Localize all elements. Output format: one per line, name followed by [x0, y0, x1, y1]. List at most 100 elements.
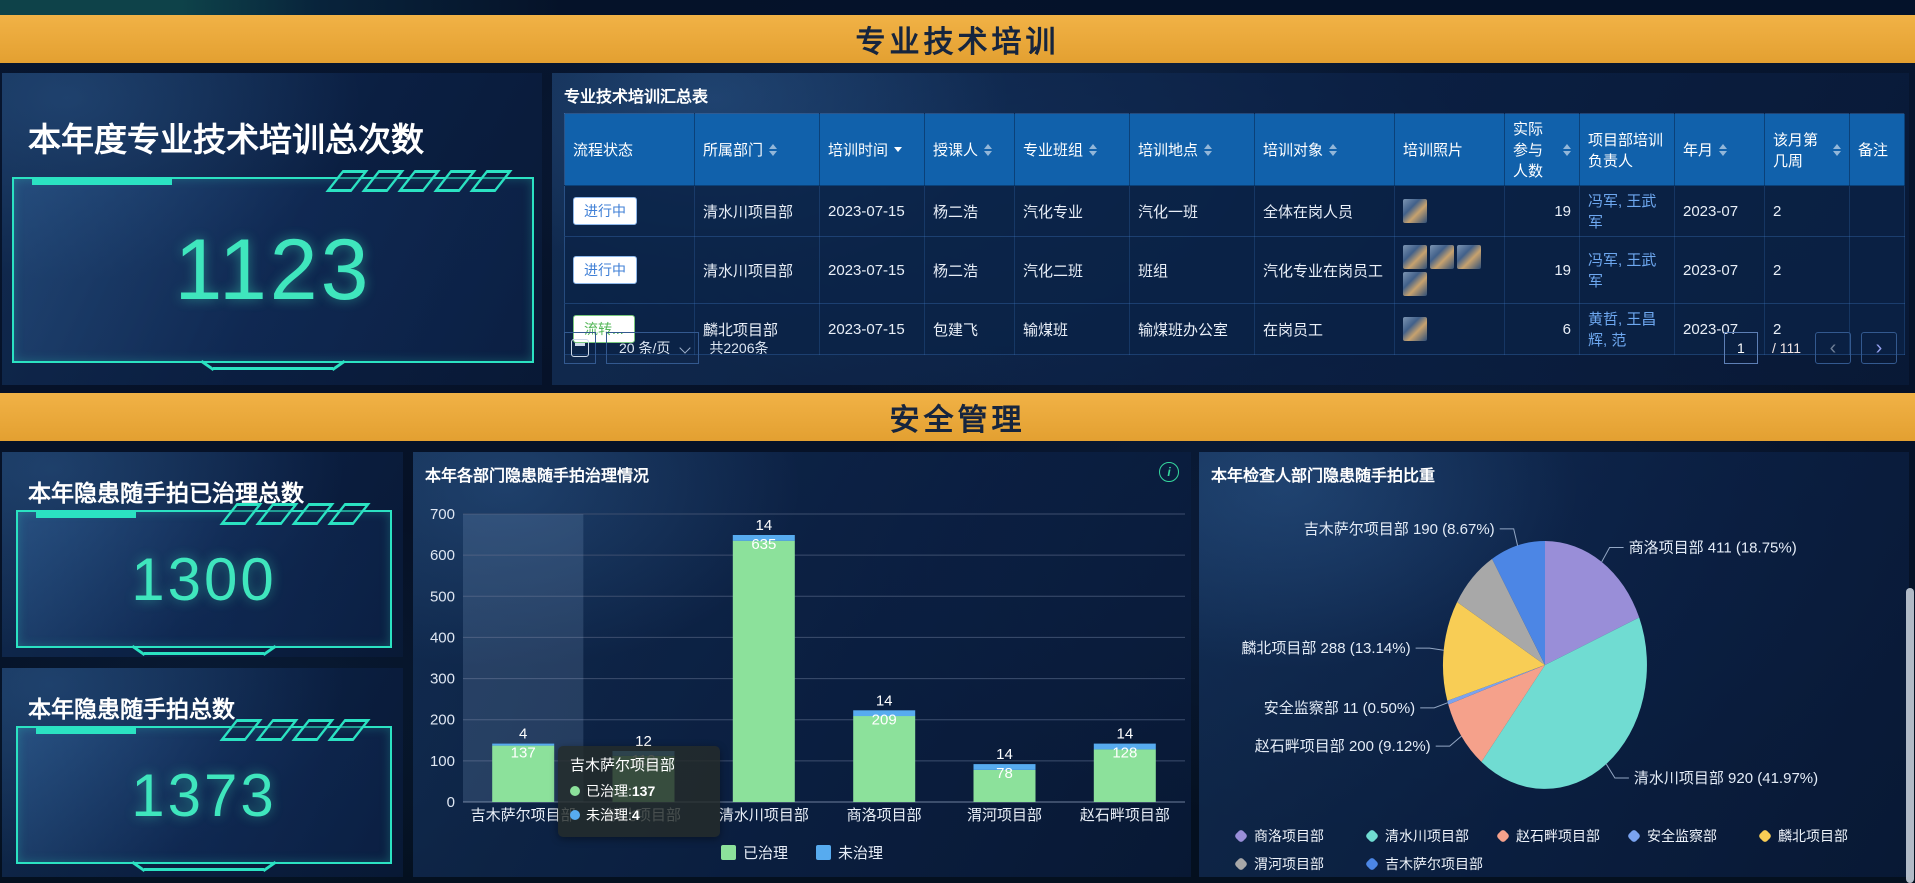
photo-thumbnail[interactable]: [1403, 199, 1427, 223]
col-header-9: 项目部培训负责人: [1580, 114, 1675, 186]
col-header-8[interactable]: 实际参与人数: [1505, 114, 1580, 186]
tooltip-row: 未治理:4: [570, 805, 708, 825]
svg-text:700: 700: [430, 506, 455, 523]
next-page-icon: ›: [1876, 337, 1883, 360]
legend-item[interactable]: 渭河项目部: [1236, 854, 1324, 874]
legend-item[interactable]: 赵石畔项目部: [1498, 826, 1600, 846]
bar-treated[interactable]: [853, 716, 915, 802]
svg-text:100: 100: [430, 753, 455, 770]
col-header-5[interactable]: 培训地点: [1130, 114, 1255, 186]
prev-page-icon: ‹: [1830, 337, 1837, 360]
training-summary-table: 流程状态所属部门培训时间授课人专业班组培训地点培训对象培训照片实际参与人数项目部…: [564, 113, 1905, 355]
sort-icon[interactable]: [1204, 144, 1212, 156]
table-title: 专业技术培训汇总表: [564, 83, 708, 107]
manager-links[interactable]: 冯军, 王武军: [1588, 193, 1656, 231]
next-page-button[interactable]: ›: [1861, 332, 1897, 364]
manager-links[interactable]: 冯军, 王武军: [1588, 252, 1656, 290]
col-header-3[interactable]: 授课人: [925, 114, 1015, 186]
status-badge[interactable]: 进行中: [573, 256, 637, 284]
pie-label: 安全监察部 11 (0.50%): [1264, 699, 1415, 717]
legend-item[interactable]: 清水川项目部: [1367, 826, 1469, 846]
sort-icon[interactable]: [1563, 144, 1571, 156]
training-total-value: 1123: [14, 179, 532, 361]
svg-text:500: 500: [430, 588, 455, 605]
training-total-title: 本年度专业技术培训总次数: [28, 113, 424, 161]
frame-notch-decor: [213, 367, 333, 370]
photo-thumbnail[interactable]: [1403, 272, 1427, 296]
pie-label: 商洛项目部 411 (18.75%): [1629, 540, 1797, 557]
prev-page-button[interactable]: ‹: [1815, 332, 1851, 364]
col-header-11[interactable]: 该月第几周: [1765, 114, 1850, 186]
svg-text:635: 635: [751, 536, 776, 553]
bar-chart-legend: 已治理 未治理: [413, 842, 1191, 863]
bar-treated[interactable]: [733, 541, 795, 802]
page-size-select[interactable]: 20 条/页: [606, 332, 699, 364]
pie-label: 吉木萨尔项目部 190 (8.67%): [1304, 521, 1495, 538]
legend-item[interactable]: 麟北项目部: [1760, 826, 1848, 846]
hazard-bar-chart-panel: 本年各部门隐患随手拍治理情况 i 01002003004005006007004…: [413, 452, 1191, 877]
pie-label: 麟北项目部 288 (13.14%): [1241, 640, 1410, 657]
svg-text:300: 300: [430, 671, 455, 688]
current-page-box[interactable]: 1: [1724, 332, 1758, 364]
page-size-label: 20 条/页: [619, 338, 670, 358]
table-row: 进行中清水川项目部2023-07-15杨二浩汽化专业汽化一班全体在岗人员19冯军…: [565, 186, 1905, 237]
svg-text:14: 14: [996, 746, 1013, 763]
sort-icon[interactable]: [984, 144, 992, 156]
training-total-card: 本年度专业技术培训总次数 1123: [2, 73, 542, 385]
svg-text:600: 600: [430, 547, 455, 564]
sort-icon[interactable]: [1089, 144, 1097, 156]
banner-safety-title: 安全管理: [890, 395, 1026, 439]
pie-chart-svg: 商洛项目部 411 (18.75%) 清水川项目部 920 (41.97%) 赵石畔…: [1199, 452, 1909, 877]
page-scrollbar-thumb[interactable]: [1906, 588, 1914, 883]
banner-training: 专业技术培训: [0, 15, 1915, 63]
tooltip-row: 已治理:137: [570, 781, 708, 801]
sort-desc-icon[interactable]: [894, 147, 902, 152]
svg-text:14: 14: [1116, 726, 1133, 743]
legend-item[interactable]: 商洛项目部: [1236, 826, 1324, 846]
banner-training-title: 专业技术培训: [856, 17, 1060, 61]
col-header-1[interactable]: 所属部门: [695, 114, 820, 186]
col-header-2[interactable]: 培训时间: [820, 114, 925, 186]
x-axis-label: 清水川项目部: [719, 807, 809, 824]
sort-icon[interactable]: [1329, 144, 1337, 156]
svg-text:4: 4: [519, 726, 527, 743]
bar-chart-svg: 01002003004005006007004137吉木萨尔项目部12112麟北…: [413, 452, 1191, 877]
col-header-7: 培训照片: [1395, 114, 1505, 186]
table-layout-icon: [571, 339, 589, 357]
sort-icon[interactable]: [1719, 144, 1727, 156]
photo-thumbnail[interactable]: [1457, 245, 1481, 269]
training-photos[interactable]: [1403, 245, 1489, 296]
x-axis-label: 渭河项目部: [967, 807, 1042, 824]
table-layout-button[interactable]: [564, 332, 596, 364]
hazard-pie-chart-panel: 本年检查人部门隐患随手拍比重 商洛项目部 411 (18.75%)清水川项目部 …: [1199, 452, 1909, 877]
top-map-strip: [0, 0, 1915, 15]
dashboard: 专业技术培训 本年度专业技术培训总次数 1123 专业技术培训汇总表 流程状态所…: [0, 0, 1915, 883]
table-row: 进行中清水川项目部2023-07-15杨二浩汽化二班班组汽化专业在岗员工19冯军…: [565, 237, 1905, 304]
svg-text:200: 200: [430, 712, 455, 729]
x-axis-label: 商洛项目部: [847, 807, 922, 824]
legend-item[interactable]: 未治理: [816, 842, 883, 863]
sort-icon[interactable]: [1833, 144, 1841, 156]
status-badge[interactable]: 进行中: [573, 197, 637, 225]
pie-label: 清水川项目部 920 (41.97%): [1634, 770, 1818, 787]
photo-thumbnail[interactable]: [1430, 245, 1454, 269]
pagination-bar: 20 条/页 共2206条 1 / 111 ‹ ›: [564, 331, 1897, 365]
photo-thumbnail[interactable]: [1403, 245, 1427, 269]
tooltip-title: 吉木萨尔项目部: [570, 754, 708, 775]
legend-item[interactable]: 安全监察部: [1629, 826, 1717, 846]
col-header-6[interactable]: 培训对象: [1255, 114, 1395, 186]
sort-icon[interactable]: [769, 144, 777, 156]
chevron-down-icon: [680, 342, 691, 353]
legend-item[interactable]: 吉木萨尔项目部: [1367, 854, 1483, 874]
col-header-10[interactable]: 年月: [1675, 114, 1765, 186]
training-photos[interactable]: [1403, 199, 1489, 223]
svg-text:209: 209: [872, 711, 897, 728]
training-total-frame: 1123: [12, 177, 534, 363]
svg-text:0: 0: [447, 794, 455, 811]
training-summary-panel: 专业技术培训汇总表 流程状态所属部门培训时间授课人专业班组培训地点培训对象培训照…: [552, 73, 1909, 385]
col-header-4[interactable]: 专业班组: [1015, 114, 1130, 186]
legend-item[interactable]: 已治理: [721, 842, 788, 863]
svg-text:78: 78: [996, 765, 1013, 782]
pie-label: 赵石畔项目部 200 (9.12%): [1255, 738, 1431, 755]
total-pages-label: / 111: [1772, 340, 1801, 356]
